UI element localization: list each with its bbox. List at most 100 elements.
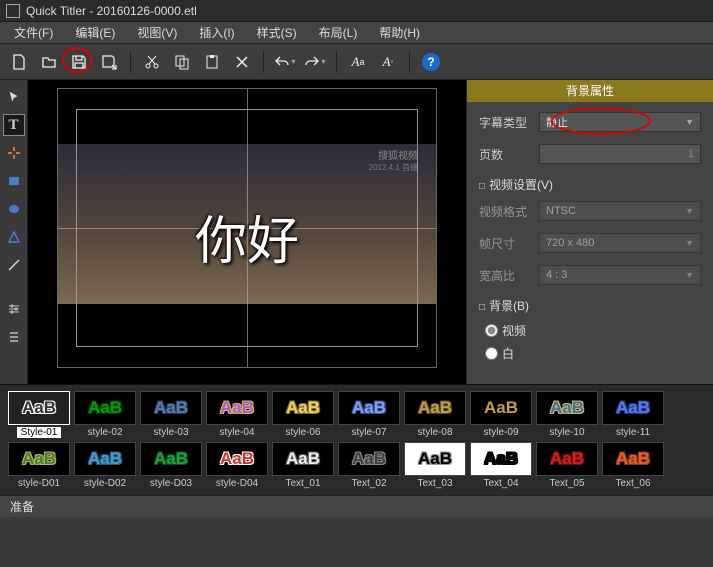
menu-insert[interactable]: 插入(I) [189, 22, 244, 43]
style-label: style-02 [87, 427, 122, 438]
style-item[interactable]: AaB style-03 [140, 391, 202, 438]
style-preview: AaB [206, 391, 268, 425]
style-label: style-D04 [216, 478, 258, 489]
style-item[interactable]: AaBstyle-D02 [74, 442, 136, 489]
style-item[interactable]: AaB style-D04 [206, 442, 268, 489]
save-as-icon[interactable] [96, 49, 122, 75]
style-item[interactable]: AaBstyle-06 [272, 391, 334, 438]
crosshair-tool-icon[interactable] [3, 142, 25, 164]
style-item[interactable]: AaB style-04 [206, 391, 268, 438]
style-preview: AaB [338, 442, 400, 476]
save-icon[interactable] [66, 49, 92, 75]
text-tool-icon[interactable]: T [3, 114, 25, 136]
style-preview: AaB [338, 391, 400, 425]
style-preview: AaB [404, 391, 466, 425]
new-file-icon[interactable] [6, 49, 32, 75]
style-label: Text_04 [483, 478, 518, 489]
text-style-a-icon[interactable]: Aa [345, 49, 371, 75]
help-icon[interactable]: ? [418, 49, 444, 75]
aspect-select: 4 : 3▼ [539, 265, 701, 285]
style-item[interactable]: AaB style-10 [536, 391, 598, 438]
list-tool-icon[interactable] [3, 326, 25, 348]
menu-help[interactable]: 帮助(H) [369, 22, 430, 43]
style-item[interactable]: AaBText_01 [272, 442, 334, 489]
menubar: 文件(F) 编辑(E) 视图(V) 插入(I) 样式(S) 布局(L) 帮助(H… [0, 22, 713, 44]
status-text: 准备 [10, 498, 34, 515]
style-label: style-07 [351, 427, 386, 438]
style-preview: AaB [536, 442, 598, 476]
style-preview: AaB [74, 391, 136, 425]
paste-icon[interactable] [199, 49, 225, 75]
menu-layout[interactable]: 布局(L) [309, 22, 368, 43]
preview-canvas[interactable]: 搜狐视频 2012.4.1 首播 你好 [57, 88, 437, 368]
menu-view[interactable]: 视图(V) [127, 22, 187, 43]
style-label: Text_05 [549, 478, 584, 489]
pages-label: 页数 [479, 146, 539, 163]
radio-white[interactable]: 白 [485, 345, 701, 362]
subtitle-type-select[interactable]: 静止▼ [539, 112, 701, 132]
aspect-label: 宽高比 [479, 267, 539, 284]
subtitle-type-label: 字幕类型 [479, 114, 539, 131]
style-label: Text_03 [417, 478, 452, 489]
menu-style[interactable]: 样式(S) [247, 22, 307, 43]
style-item[interactable]: AaB Text_05 [536, 442, 598, 489]
main-area: T 搜狐视频 2012.4.1 首播 你好 背景属性 字幕类型 [0, 80, 713, 384]
style-label: style-10 [549, 427, 584, 438]
radio-video[interactable]: 视频 [485, 322, 701, 339]
style-preview: AaB [470, 442, 532, 476]
style-item[interactable]: AaB Text_04 [470, 442, 532, 489]
triangle-tool-icon[interactable] [3, 226, 25, 248]
style-item[interactable]: AaBText_03 [404, 442, 466, 489]
style-preview: AaB [140, 391, 202, 425]
chevron-down-icon: ▼ [685, 117, 694, 127]
style-label: style-09 [483, 427, 518, 438]
style-label: Text_01 [285, 478, 320, 489]
ellipse-tool-icon[interactable] [3, 198, 25, 220]
style-item[interactable]: AaBStyle-01 [8, 391, 70, 438]
titlebar: Quick Titler - 20160126-0000.etl [0, 0, 713, 22]
style-label: style-D01 [18, 478, 60, 489]
style-preview: AaB [272, 391, 334, 425]
line-tool-icon[interactable] [3, 254, 25, 276]
status-bar: 准备 [0, 495, 713, 517]
pointer-tool-icon[interactable] [3, 86, 25, 108]
style-label: style-04 [219, 427, 254, 438]
style-item[interactable]: AaB style-D01 [8, 442, 70, 489]
style-label: style-03 [153, 427, 188, 438]
video-format-select: NTSC▼ [539, 201, 701, 221]
panel-header: 背景属性 [467, 80, 713, 102]
style-preview: AaB [470, 391, 532, 425]
style-item[interactable]: AaB style-02 [74, 391, 136, 438]
style-item[interactable]: AaB style-07 [338, 391, 400, 438]
toolbar-separator [409, 51, 410, 73]
settings-tool-icon[interactable] [3, 298, 25, 320]
style-item[interactable]: AaBstyle-11 [602, 391, 664, 438]
style-label: style-D02 [84, 478, 126, 489]
rect-tool-icon[interactable] [3, 170, 25, 192]
style-item[interactable]: AaBstyle-08 [404, 391, 466, 438]
cut-icon[interactable] [139, 49, 165, 75]
toolbar-separator [336, 51, 337, 73]
bg-section: 背景(B) [479, 297, 701, 314]
copy-icon[interactable] [169, 49, 195, 75]
menu-file[interactable]: 文件(F) [4, 22, 63, 43]
style-preview: AaB [536, 391, 598, 425]
subtitle-text[interactable]: 你好 [58, 199, 436, 274]
text-style-b-icon[interactable]: A◦ [375, 49, 401, 75]
redo-icon[interactable]: ▾ [302, 49, 328, 75]
style-item[interactable]: AaB Text_06 [602, 442, 664, 489]
style-preview: AaB [206, 442, 268, 476]
style-preview: AaB [8, 442, 70, 476]
open-file-icon[interactable] [36, 49, 62, 75]
style-label: Text_06 [615, 478, 650, 489]
frame-size-label: 帧尺寸 [479, 235, 539, 252]
style-item[interactable]: AaB style-09 [470, 391, 532, 438]
style-item[interactable]: AaBText_02 [338, 442, 400, 489]
menu-edit[interactable]: 编辑(E) [65, 22, 125, 43]
style-preview: AaB [602, 442, 664, 476]
undo-icon[interactable]: ▾ [272, 49, 298, 75]
style-item[interactable]: AaBstyle-D03 [140, 442, 202, 489]
delete-icon[interactable] [229, 49, 255, 75]
pages-value[interactable]: 1 [539, 144, 701, 164]
style-preview: AaB [140, 442, 202, 476]
